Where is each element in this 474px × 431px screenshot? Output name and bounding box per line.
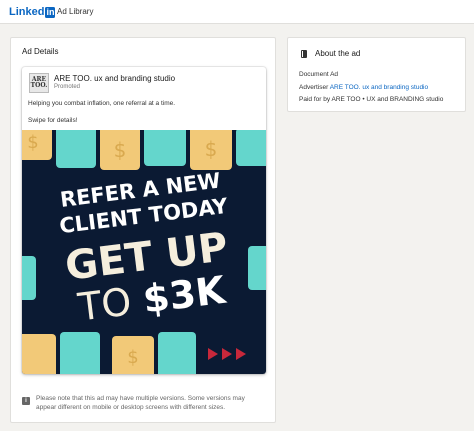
advertiser-row: Advertiser ARE TOO. ux and branding stud… xyxy=(299,84,428,91)
app-title: Ad Library xyxy=(57,7,94,16)
promoted-label: Promoted xyxy=(54,84,81,90)
teal-tile xyxy=(60,332,100,374)
info-icon: i xyxy=(22,397,30,405)
coin-symbol: $ xyxy=(114,138,127,162)
ad-details-card: Ad Details ARE TOO. ARE TOO. ux and bran… xyxy=(10,37,276,423)
about-ad-title: About the ad xyxy=(315,49,361,58)
teal-tile xyxy=(248,246,266,290)
logo-text: Linked xyxy=(9,6,45,18)
advertiser-link[interactable]: ARE TOO. ux and branding studio xyxy=(330,84,428,91)
teal-tile xyxy=(22,256,36,300)
ad-type: Document Ad xyxy=(299,71,339,78)
about-ad-card: About the ad Document Ad Advertiser ARE … xyxy=(287,37,466,112)
coin-tile xyxy=(22,334,56,374)
linkedin-logo[interactable]: Linked in xyxy=(9,6,56,18)
logo-in-badge: in xyxy=(45,6,56,18)
ad-preview: ARE TOO. ARE TOO. ux and branding studio… xyxy=(22,67,266,374)
teal-tile xyxy=(158,332,196,374)
coin-symbol: $ xyxy=(127,347,138,368)
teal-tile xyxy=(236,130,266,166)
ad-body-text: Helping you combat inflation, one referr… xyxy=(28,100,176,107)
teal-tile xyxy=(144,130,186,166)
headline-to: TO xyxy=(75,278,146,330)
paid-for-row: Paid for by ARE TOO • UX and BRANDING st… xyxy=(299,96,444,103)
ad-body-cta-text: Swipe for details! xyxy=(28,117,78,124)
ad-details-heading: Ad Details xyxy=(22,47,59,56)
teal-tile xyxy=(56,130,96,168)
top-bar: Linked in Ad Library xyxy=(0,0,474,24)
note-text: Please note that this ad may have multip… xyxy=(36,395,245,411)
advertiser-label: Advertiser xyxy=(299,84,329,91)
advertiser-avatar[interactable]: ARE TOO. xyxy=(29,73,49,93)
ad-creative-image[interactable]: $ $ $ REFER A NEW CLIENT TODAY GET UP TO… xyxy=(22,130,266,374)
coin-symbol: $ xyxy=(27,132,38,153)
versions-note: i Please note that this ad may have mult… xyxy=(22,394,266,412)
advertiser-name[interactable]: ARE TOO. ux and branding studio xyxy=(54,74,175,83)
coin-symbol: $ xyxy=(205,137,218,161)
headline: REFER A NEW CLIENT TODAY GET UP TO $3K xyxy=(58,168,230,330)
document-icon xyxy=(301,50,307,58)
avatar-text: ARE TOO. xyxy=(30,76,48,89)
